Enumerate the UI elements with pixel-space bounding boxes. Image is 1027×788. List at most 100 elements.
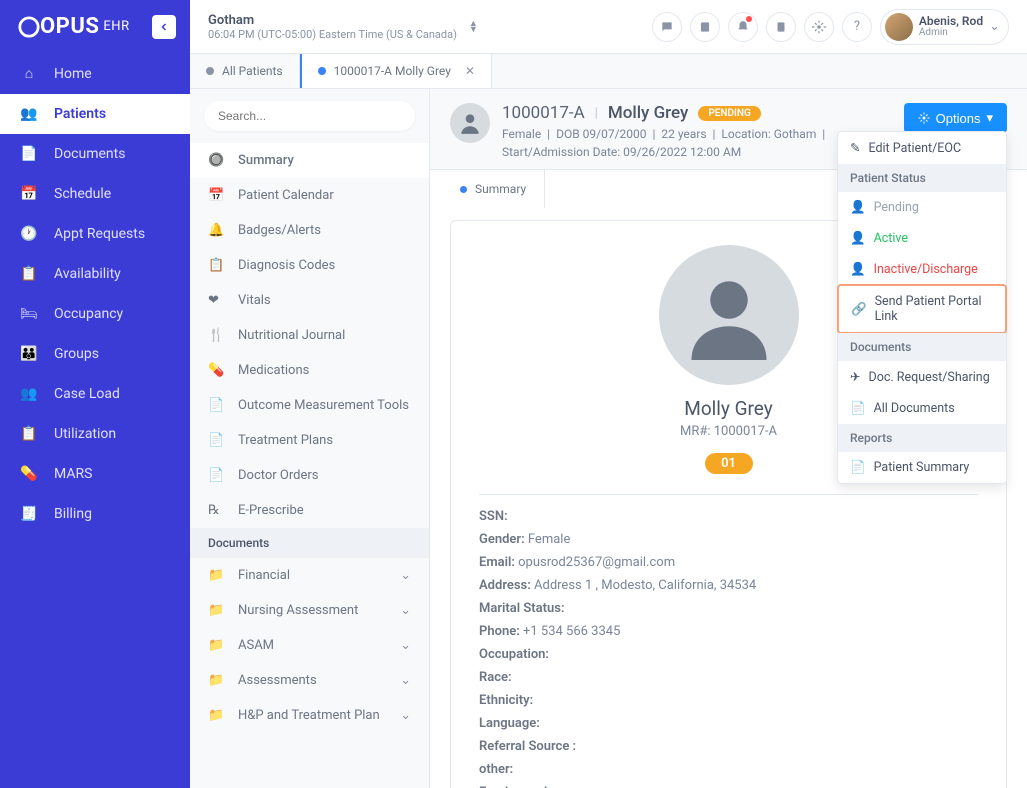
dd-patient-summary[interactable]: 📄 Patient Summary (838, 452, 1006, 483)
sub-icon: 📅 (208, 188, 226, 203)
user-menu[interactable]: Abenis, Rod Admin ⌄ (880, 9, 1009, 45)
dd-send-portal-link[interactable]: 🔗 Send Patient Portal Link (837, 284, 1007, 334)
dd-edit-patient[interactable]: ✎ Edit Patient/EOC (838, 132, 1006, 164)
patient-name: Molly Grey (608, 103, 688, 123)
collapse-sidebar-button[interactable] (152, 15, 176, 39)
tab-all-patients[interactable]: All Patients (190, 54, 300, 88)
doc-financial[interactable]: 📁Financial⌄ (190, 558, 429, 593)
options-button[interactable]: Options ▾ (904, 103, 1007, 133)
chevron-down-icon: ⌄ (400, 568, 411, 583)
sub-icon: 📄 (208, 433, 226, 448)
sub-icon: 🍴 (208, 328, 226, 343)
sub-icon: 📄 (208, 398, 226, 413)
nav-icon: 👥 (18, 106, 40, 122)
sub-icon: ℞ (208, 503, 226, 518)
doc-asam[interactable]: 📁ASAM⌄ (190, 628, 429, 663)
sub-icon: 📋 (208, 258, 226, 273)
patient-id: 1000017-A (502, 103, 585, 123)
sub-badges-alerts[interactable]: 🔔Badges/Alerts (190, 213, 429, 248)
sub-medications[interactable]: 💊Medications (190, 353, 429, 388)
patient-tabs: All Patients 1000017-A Molly Grey ✕ (190, 54, 1027, 89)
nav-mars[interactable]: 💊MARS (0, 454, 190, 494)
chevron-down-icon: ⌄ (400, 638, 411, 653)
dd-inactive[interactable]: 👤 Inactive/Discharge (838, 254, 1006, 285)
sub-icon: 🔘 (208, 153, 226, 168)
patient-avatar-small (450, 103, 490, 143)
nav-icon: 📋 (18, 266, 40, 282)
sub-vitals[interactable]: ❤Vitals (190, 283, 429, 318)
dd-pending[interactable]: 👤 Pending (838, 192, 1006, 223)
patient-avatar-large (659, 245, 799, 385)
chevron-down-icon: ⌄ (400, 603, 411, 618)
card-badge: 01 (705, 453, 753, 474)
nav-occupancy[interactable]: 🛏Occupancy (0, 294, 190, 334)
sub-icon: 💊 (208, 363, 226, 378)
dd-active[interactable]: 👤 Active (838, 223, 1006, 254)
documents-header: Documents (190, 528, 429, 558)
location-switch[interactable]: ▲▼ (469, 21, 478, 33)
chevron-down-icon: ⌄ (400, 673, 411, 688)
sub-nutritional-journal[interactable]: 🍴Nutritional Journal (190, 318, 429, 353)
sub-patient-calendar[interactable]: 📅Patient Calendar (190, 178, 429, 213)
nav-icon: 🛏 (18, 306, 40, 322)
sub-diagnosis-codes[interactable]: 📋Diagnosis Codes (190, 248, 429, 283)
logo: OPUSEHR (18, 14, 130, 39)
location-name: Gotham (208, 13, 457, 28)
sub-icon: ❤ (208, 293, 226, 308)
chat-icon[interactable] (652, 12, 682, 42)
folder-icon: 📁 (208, 708, 226, 723)
tab-open-patient[interactable]: 1000017-A Molly Grey ✕ (300, 54, 492, 88)
location-time: 06:04 PM (UTC-05:00) Eastern Time (US & … (208, 28, 457, 41)
patient-detail: 1000017-A | Molly Grey PENDING Female | … (430, 89, 1027, 788)
doc-h-p-and-treatment-plan[interactable]: 📁H&P and Treatment Plan⌄ (190, 698, 429, 733)
dd-doc-request[interactable]: ✈ Doc. Request/Sharing (838, 361, 1006, 393)
sub-icon: 📄 (208, 468, 226, 483)
options-dropdown: ✎ Edit Patient/EOC Patient Status 👤 Pend… (837, 131, 1007, 484)
close-icon[interactable]: ✕ (465, 64, 475, 78)
nav-home[interactable]: ⌂Home (0, 53, 190, 94)
chevron-down-icon: ⌄ (989, 19, 1000, 34)
nav-icon: 📋 (18, 426, 40, 442)
doc-assessments[interactable]: 📁Assessments⌄ (190, 663, 429, 698)
nav-icon: 🕐 (18, 226, 40, 242)
help-icon[interactable]: ? (842, 12, 872, 42)
nav-documents[interactable]: 📄Documents (0, 134, 190, 174)
sub-summary[interactable]: 🔘Summary (190, 143, 429, 178)
folder-icon: 📁 (208, 603, 226, 618)
dd-all-docs[interactable]: 📄 All Documents (838, 393, 1006, 424)
sub-outcome-measurement-tools[interactable]: 📄Outcome Measurement Tools (190, 388, 429, 423)
nav-schedule[interactable]: 📅Schedule (0, 174, 190, 214)
search-input[interactable] (204, 101, 415, 131)
status-badge: PENDING (698, 106, 760, 121)
avatar (885, 13, 913, 41)
summary-tab[interactable]: Summary (442, 170, 545, 208)
nav-icon: 📄 (18, 146, 40, 162)
nav-appt-requests[interactable]: 🕐Appt Requests (0, 214, 190, 254)
topbar: Gotham 06:04 PM (UTC-05:00) Eastern Time… (190, 0, 1027, 54)
nav-icon: 💊 (18, 466, 40, 482)
nav-availability[interactable]: 📋Availability (0, 254, 190, 294)
nav-icon: 👪 (18, 346, 40, 362)
sub-treatment-plans[interactable]: 📄Treatment Plans (190, 423, 429, 458)
patient-subnav: 🔘Summary📅Patient Calendar🔔Badges/Alerts📋… (190, 89, 430, 788)
gear-icon[interactable] (804, 12, 834, 42)
dd-status-header: Patient Status (838, 164, 1006, 192)
dd-reports-header: Reports (838, 424, 1006, 452)
chevron-down-icon: ⌄ (400, 708, 411, 723)
sub-doctor-orders[interactable]: 📄Doctor Orders (190, 458, 429, 493)
nav-icon: ⌂ (18, 65, 40, 82)
nav-icon: 🧾 (18, 506, 40, 522)
sidebar: OPUSEHR ⌂Home👥Patients📄Documents📅Schedul… (0, 0, 190, 788)
nav-case-load[interactable]: 👥Case Load (0, 374, 190, 414)
nav-patients[interactable]: 👥Patients (0, 94, 190, 134)
note-icon[interactable] (690, 12, 720, 42)
nav-groups[interactable]: 👪Groups (0, 334, 190, 374)
doc-nursing-assessment[interactable]: 📁Nursing Assessment⌄ (190, 593, 429, 628)
sub-e-prescribe[interactable]: ℞E-Prescribe (190, 493, 429, 528)
nav-icon: 👥 (18, 386, 40, 402)
nav-utilization[interactable]: 📋Utilization (0, 414, 190, 454)
nav-billing[interactable]: 🧾Billing (0, 494, 190, 534)
dd-docs-header: Documents (838, 333, 1006, 361)
bell-icon[interactable] (728, 12, 758, 42)
clipboard-icon[interactable] (766, 12, 796, 42)
